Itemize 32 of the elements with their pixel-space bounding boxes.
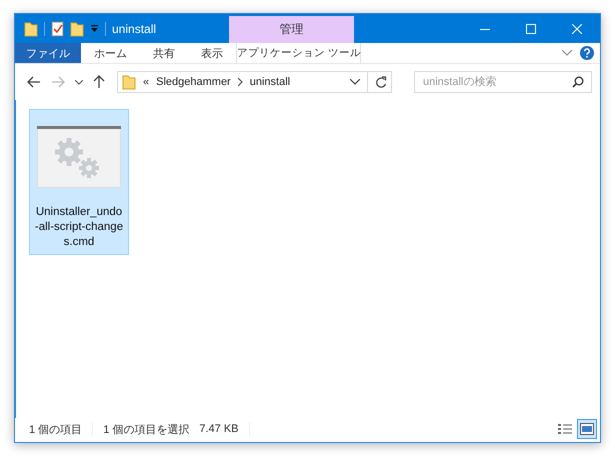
back-icon[interactable] xyxy=(27,76,41,88)
chevron-right-icon[interactable] xyxy=(238,78,243,86)
search-field[interactable]: uninstallの検索 xyxy=(414,71,592,93)
expand-ribbon-icon[interactable] xyxy=(562,50,572,56)
maximize-icon xyxy=(526,24,536,34)
file-name: Uninstaller_undo-all-script-changes.cmd xyxy=(34,205,124,250)
gears-icon xyxy=(37,126,121,188)
selection-size: 7.47 KB xyxy=(199,423,239,435)
close-icon xyxy=(572,24,582,34)
folder-icon xyxy=(122,74,136,90)
search-icon xyxy=(572,76,584,88)
address-bar[interactable]: « Sledgehammer uninstall xyxy=(117,71,392,93)
contextual-tab-header: 管理 xyxy=(229,16,354,43)
file-item[interactable]: Uninstaller_undo-all-script-changes.cmd xyxy=(29,109,129,255)
large-icons-view-button[interactable] xyxy=(577,419,597,439)
recent-locations-icon[interactable] xyxy=(75,80,83,84)
selection-status: 1 個の項目を選択 xyxy=(103,422,190,436)
breadcrumb-overflow[interactable]: « xyxy=(143,76,150,88)
folder-icon[interactable] xyxy=(70,20,84,36)
large-icons-view-icon xyxy=(580,423,594,435)
window-title: uninstall xyxy=(112,22,156,36)
dropdown-icon[interactable] xyxy=(350,79,360,85)
help-icon[interactable] xyxy=(580,46,594,60)
file-tab[interactable]: ファイル xyxy=(15,43,81,63)
breadcrumb-item[interactable]: Sledgehammer xyxy=(156,76,231,88)
refresh-icon[interactable] xyxy=(375,76,387,88)
breadcrumb-item[interactable]: uninstall xyxy=(250,76,290,88)
folder-icon[interactable] xyxy=(24,20,38,36)
properties-icon[interactable] xyxy=(51,20,64,36)
item-count: 1 個の項目 xyxy=(29,422,82,436)
details-view-icon xyxy=(558,423,572,435)
up-icon[interactable] xyxy=(93,75,105,89)
